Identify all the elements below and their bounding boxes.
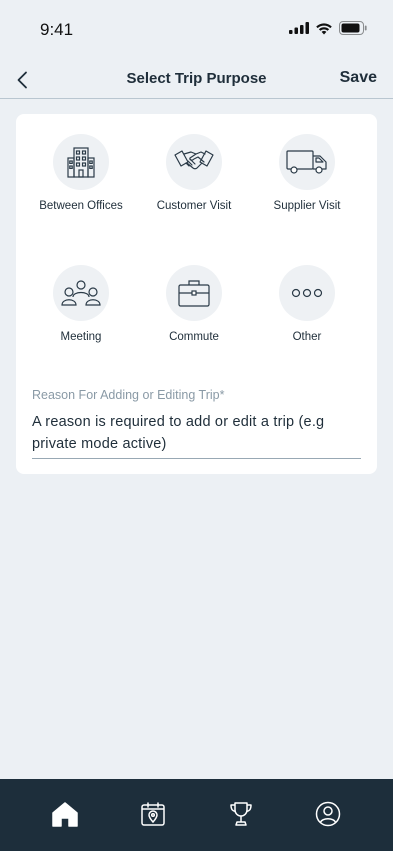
- purpose-meeting[interactable]: Meeting: [21, 265, 141, 343]
- purpose-icon-circle: [166, 134, 222, 190]
- home-icon: [52, 802, 78, 827]
- purpose-label: Supplier Visit: [273, 200, 341, 212]
- status-icons: [289, 21, 367, 35]
- building-icon: [67, 147, 95, 178]
- cellular-signal-icon: [289, 22, 309, 34]
- purpose-other[interactable]: Other: [247, 265, 367, 343]
- purpose-icon-circle: [279, 134, 335, 190]
- status-bar: 9:41: [0, 0, 393, 58]
- truck-icon: [286, 150, 327, 174]
- briefcase-icon: [178, 280, 210, 307]
- purpose-label: Customer Visit: [156, 200, 232, 212]
- reason-input[interactable]: A reason is required to add or edit a tr…: [32, 411, 361, 459]
- trip-purpose-card: Between Offices Customer Visit Supplier …: [16, 114, 377, 474]
- tab-home[interactable]: [50, 799, 80, 829]
- calendar-location-icon: [141, 802, 165, 826]
- trophy-icon: [230, 802, 252, 826]
- purpose-label: Other: [292, 331, 322, 343]
- purpose-supplier-visit[interactable]: Supplier Visit: [247, 134, 367, 212]
- people-icon: [61, 280, 101, 306]
- wifi-icon: [316, 22, 332, 34]
- profile-icon: [315, 801, 341, 827]
- purpose-label: Meeting: [60, 331, 102, 343]
- tab-profile[interactable]: [313, 799, 343, 829]
- save-button[interactable]: Save: [340, 69, 377, 87]
- page-title: Select Trip Purpose: [126, 70, 267, 87]
- purpose-icon-circle: [279, 265, 335, 321]
- more-icon: [291, 288, 323, 298]
- tab-trips[interactable]: [138, 799, 168, 829]
- reason-field: Reason For Adding or Editing Trip* A rea…: [32, 388, 361, 459]
- purpose-icon-circle: [166, 265, 222, 321]
- purpose-between-offices[interactable]: Between Offices: [21, 134, 141, 212]
- handshake-icon: [174, 150, 214, 170]
- battery-icon: [339, 21, 367, 35]
- tab-achievements[interactable]: [226, 799, 256, 829]
- tab-bar: [0, 779, 393, 851]
- status-time: 9:41: [40, 20, 74, 39]
- purpose-customer-visit[interactable]: Customer Visit: [134, 134, 254, 212]
- purpose-commute[interactable]: Commute: [134, 265, 254, 343]
- purpose-label: Between Offices: [39, 200, 123, 212]
- navigation-bar: Select Trip Purpose Save: [0, 58, 393, 99]
- purpose-label: Commute: [169, 331, 219, 343]
- purpose-icon-circle: [53, 134, 109, 190]
- reason-label: Reason For Adding or Editing Trip*: [32, 388, 225, 402]
- purpose-icon-circle: [53, 265, 109, 321]
